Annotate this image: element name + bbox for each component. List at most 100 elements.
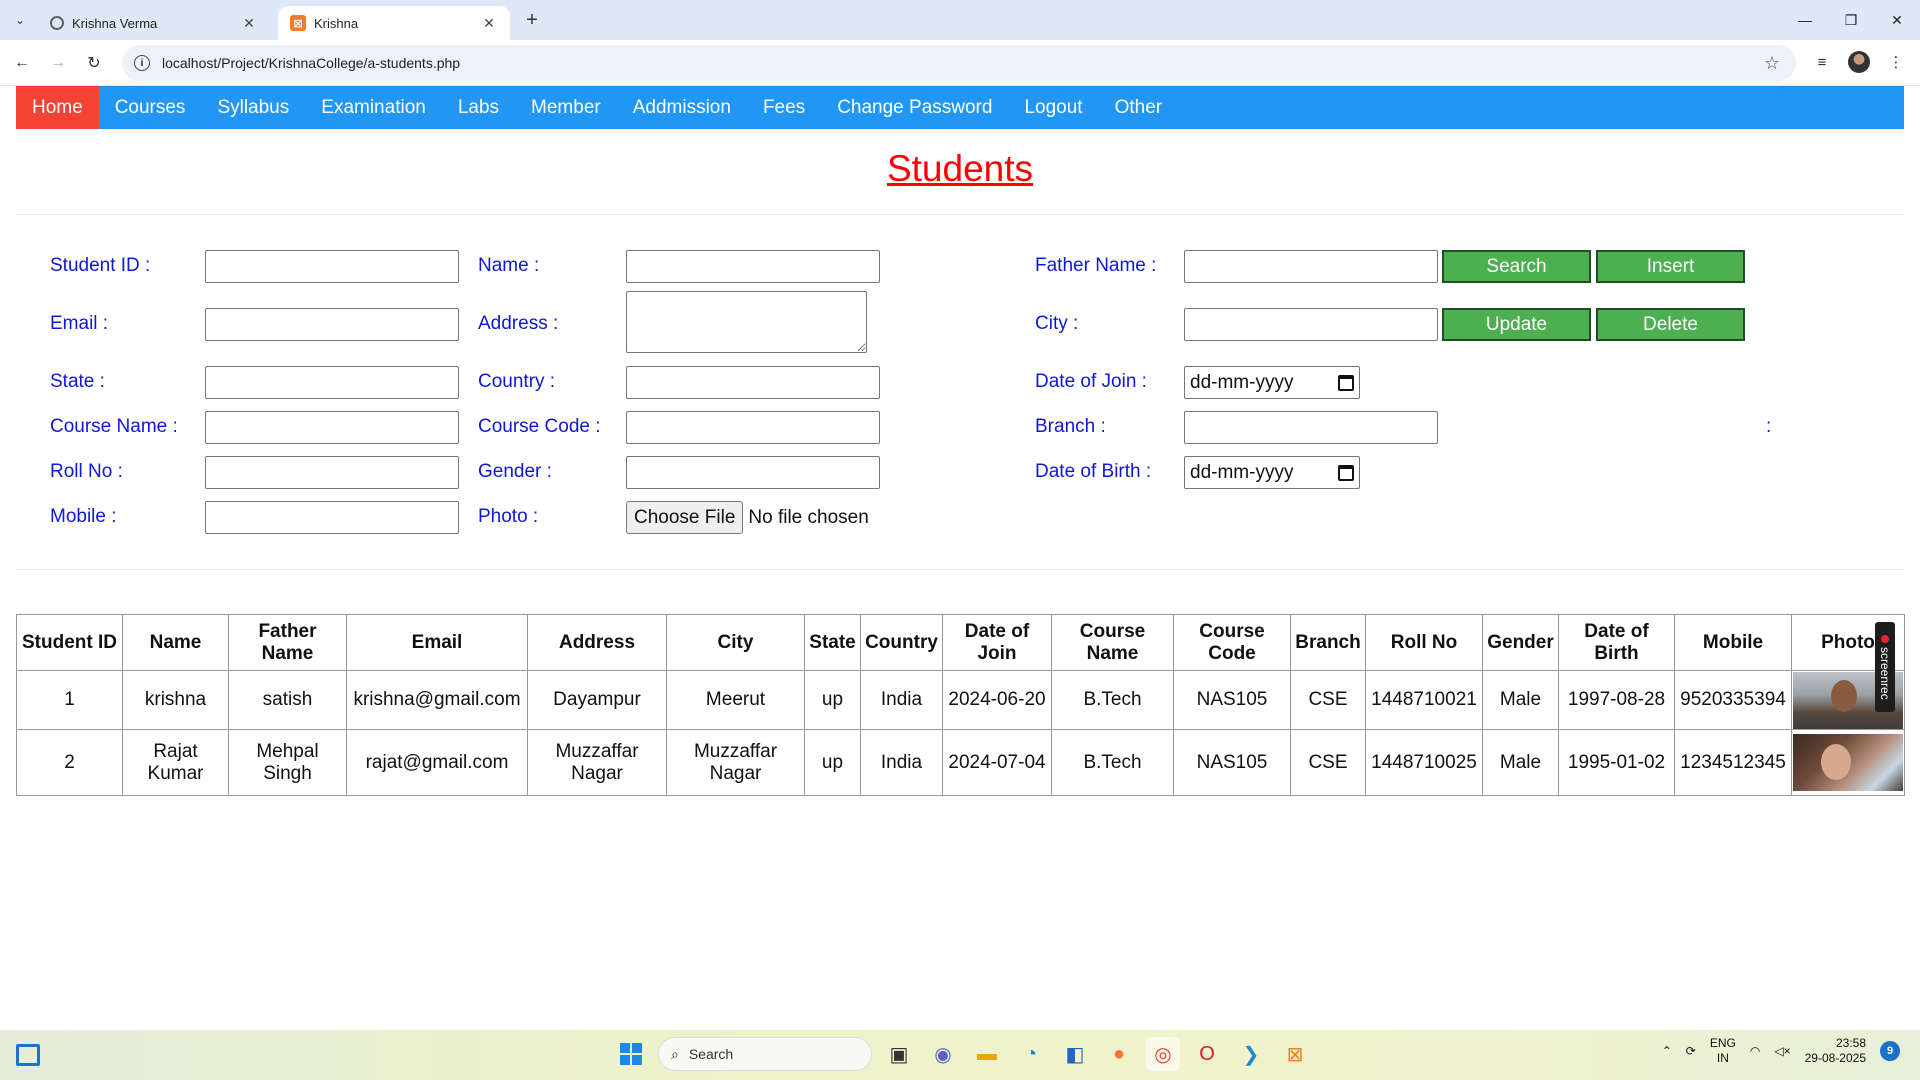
cell-date-of-birth: 1997-08-28: [1558, 670, 1675, 730]
start-icon[interactable]: [614, 1037, 648, 1071]
xampp-icon[interactable]: ⊠: [1278, 1037, 1312, 1071]
country-input[interactable]: [626, 366, 880, 399]
reload-icon[interactable]: ↻: [82, 51, 106, 75]
cell-course-code: NAS105: [1173, 670, 1291, 730]
vscode-icon[interactable]: ❯: [1234, 1037, 1268, 1071]
father-name-input[interactable]: [1184, 250, 1438, 283]
cell-date-of-birth: 1995-01-02: [1558, 729, 1675, 796]
notification-badge[interactable]: 9: [1880, 1041, 1900, 1061]
search-button[interactable]: Search: [1442, 250, 1591, 283]
screenrec-label: screenrec: [1878, 646, 1892, 700]
back-icon[interactable]: ←: [10, 51, 34, 75]
choose-file-button[interactable]: Choose File: [626, 501, 744, 534]
nav-item-other[interactable]: Other: [1099, 86, 1179, 129]
divider: [16, 569, 1904, 570]
date-of-join-input[interactable]: dd-mm-yyyy: [1184, 366, 1360, 399]
widgets-icon[interactable]: [16, 1044, 40, 1066]
browser-tab-krishna[interactable]: ⊠ Krishna ✕: [278, 6, 510, 40]
email-input[interactable]: [205, 308, 459, 341]
tab-title: Krishna Verma: [72, 15, 158, 31]
edge-icon[interactable]: ◔: [1014, 1037, 1048, 1071]
nav-item-examination[interactable]: Examination: [305, 86, 442, 129]
name-input[interactable]: [626, 250, 880, 283]
insert-button[interactable]: Insert: [1596, 250, 1745, 283]
nav-item-member[interactable]: Member: [515, 86, 617, 129]
course-code-input[interactable]: [626, 411, 880, 444]
tab-search-dropdown-icon[interactable]: ⌄: [8, 8, 32, 32]
close-tab-icon[interactable]: ✕: [480, 15, 498, 32]
nav-item-change-password[interactable]: Change Password: [821, 86, 1008, 129]
browser-tab-krishna-verma[interactable]: Krishna Verma ✕: [38, 6, 270, 40]
site-info-icon[interactable]: i: [134, 55, 150, 71]
photo-file-input[interactable]: Choose File No file chosen: [626, 501, 869, 534]
more-menu-icon[interactable]: ⋮: [1884, 50, 1908, 74]
header-name: Name: [122, 614, 229, 671]
teams-icon[interactable]: ◉: [926, 1037, 960, 1071]
cell-country: India: [860, 670, 943, 730]
cell-course-name: B.Tech: [1051, 670, 1174, 730]
address-bar[interactable]: i localhost/Project/KrishnaCollege/a-stu…: [122, 45, 1796, 81]
new-tab-icon[interactable]: +: [520, 8, 544, 32]
cell-state: up: [804, 670, 861, 730]
state-input[interactable]: [205, 366, 459, 399]
volume-muted-icon[interactable]: ◁×: [1774, 1044, 1790, 1058]
roll-no-input[interactable]: [205, 456, 459, 489]
nav-item-labs[interactable]: Labs: [442, 86, 515, 129]
minimize-icon[interactable]: —: [1782, 0, 1828, 40]
nav-item-fees[interactable]: Fees: [747, 86, 821, 129]
clock[interactable]: 23:58 29-08-2025: [1805, 1036, 1866, 1066]
chevron-up-icon[interactable]: ⌃: [1662, 1044, 1672, 1058]
nav-item-courses[interactable]: Courses: [99, 86, 202, 129]
wifi-icon[interactable]: ◠: [1750, 1044, 1760, 1058]
cell-student-id: 2: [16, 729, 123, 796]
opera-icon[interactable]: O: [1190, 1037, 1224, 1071]
profile-avatar[interactable]: [1848, 51, 1870, 73]
store-icon[interactable]: ◧: [1058, 1037, 1092, 1071]
file-explorer-icon[interactable]: ▬: [970, 1037, 1004, 1071]
date-of-birth-label: Date of Birth :: [1035, 461, 1152, 482]
course-name-input[interactable]: [205, 411, 459, 444]
address-textarea[interactable]: [626, 291, 867, 353]
cell-email: rajat@gmail.com: [346, 729, 528, 796]
nav-item-syllabus[interactable]: Syllabus: [201, 86, 305, 129]
url-text[interactable]: localhost/Project/KrishnaCollege/a-stude…: [162, 55, 1764, 71]
xampp-icon: ⊠: [290, 15, 306, 31]
delete-button[interactable]: Delete: [1596, 308, 1745, 341]
toolbar-right: ≡ ⋮: [1810, 50, 1908, 74]
firefox-icon[interactable]: ●: [1102, 1037, 1136, 1071]
sync-icon[interactable]: ⟳: [1686, 1044, 1696, 1058]
restore-icon[interactable]: ❐: [1828, 0, 1874, 40]
gender-input[interactable]: [626, 456, 880, 489]
chrome-icon[interactable]: ◎: [1146, 1037, 1180, 1071]
date-of-birth-input[interactable]: dd-mm-yyyy: [1184, 456, 1360, 489]
date-placeholder: dd-mm-yyyy: [1190, 461, 1294, 483]
city-input[interactable]: [1184, 308, 1438, 341]
close-window-icon[interactable]: ✕: [1874, 0, 1920, 40]
nav-item-addmission[interactable]: Addmission: [617, 86, 747, 129]
student-photo: [1793, 734, 1903, 791]
task-view-icon[interactable]: ▣: [882, 1037, 916, 1071]
forward-icon[interactable]: →: [46, 51, 70, 75]
close-tab-icon[interactable]: ✕: [240, 15, 258, 32]
gender-label: Gender :: [478, 461, 552, 482]
update-button[interactable]: Update: [1442, 308, 1591, 341]
cell-roll-no: 1448710021: [1365, 670, 1483, 730]
language-indicator[interactable]: ENG IN: [1710, 1036, 1736, 1066]
taskbar-search[interactable]: ⌕ Search: [658, 1037, 872, 1071]
email-label: Email :: [50, 313, 109, 334]
mobile-input[interactable]: [205, 501, 459, 534]
screenrec-widget[interactable]: screenrec: [1875, 622, 1895, 712]
calendar-icon[interactable]: [1338, 464, 1354, 481]
header-student-id: Student ID: [16, 614, 123, 671]
taskbar-search-placeholder: Search: [688, 1046, 734, 1062]
calendar-icon[interactable]: [1338, 374, 1354, 391]
student-id-input[interactable]: [205, 250, 459, 283]
cell-address: Muzzaffar Nagar: [527, 729, 667, 796]
cell-branch: CSE: [1290, 729, 1366, 796]
file-status-text: No file chosen: [748, 506, 869, 528]
branch-input[interactable]: [1184, 411, 1438, 444]
bookmark-star-icon[interactable]: ☆: [1764, 53, 1780, 74]
nav-item-home[interactable]: Home: [16, 86, 99, 129]
nav-item-logout[interactable]: Logout: [1008, 86, 1098, 129]
media-control-icon[interactable]: ≡: [1810, 50, 1834, 74]
